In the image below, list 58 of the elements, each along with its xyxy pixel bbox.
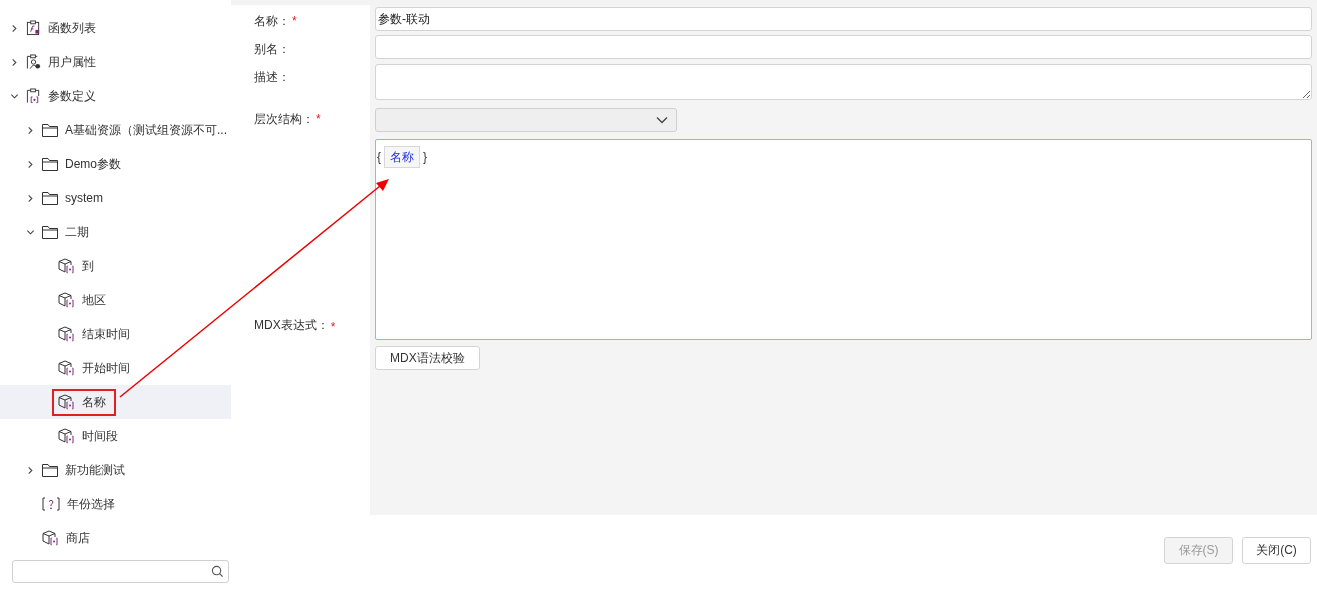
brace: }	[423, 149, 428, 166]
field-label: MDX表达式： *	[253, 317, 337, 336]
cube-icon	[58, 326, 75, 342]
folder-icon	[42, 123, 58, 137]
text-field[interactable]: 参数-联动	[375, 7, 1312, 31]
chevron-right-icon[interactable]	[10, 57, 19, 67]
expression-editor[interactable]: { 名称 }	[375, 139, 1312, 340]
chevron-right-icon[interactable]	[26, 159, 35, 169]
cube-icon	[58, 258, 75, 274]
expression-token[interactable]: 名称	[384, 146, 420, 168]
tree-item[interactable]: 新功能测试	[0, 453, 231, 487]
folder-icon	[42, 463, 58, 477]
cube-icon	[58, 292, 75, 308]
tree-item-label: 名称	[82, 393, 106, 411]
field-label: 名称： *	[253, 13, 298, 30]
text-field[interactable]	[375, 35, 1312, 59]
search-icon[interactable]	[211, 565, 224, 578]
tree-item[interactable]: 二期	[0, 215, 231, 249]
tree-item[interactable]: 地区	[0, 283, 231, 317]
folder-icon	[42, 225, 58, 239]
cube-icon	[58, 428, 75, 444]
caret-icon	[656, 116, 668, 124]
brace: {	[377, 149, 381, 166]
function-list-icon	[26, 20, 41, 36]
cube-icon	[58, 394, 75, 410]
required-mark: *	[330, 320, 336, 334]
folder-icon	[42, 191, 58, 205]
folder-icon	[42, 157, 58, 171]
validate-button[interactable]: MDX语法校验	[375, 346, 480, 370]
tree-item[interactable]: Demo参数	[0, 147, 231, 181]
tree-item[interactable]: 函数列表	[0, 11, 231, 45]
tree-item[interactable]: 参数定义	[0, 79, 231, 113]
tree-item[interactable]: 用户属性	[0, 45, 231, 79]
close-button[interactable]: 关闭(C)	[1242, 537, 1311, 564]
tree-item[interactable]: 到	[0, 249, 231, 283]
tree-item[interactable]: 名称	[0, 385, 231, 419]
field-label: 描述：	[253, 69, 291, 86]
chevron-right-icon[interactable]	[26, 193, 35, 203]
required-mark: *	[316, 112, 321, 126]
required-mark: *	[292, 14, 297, 28]
cube-icon	[42, 530, 59, 546]
tree-item[interactable]: 结束时间	[0, 317, 231, 351]
tree-item[interactable]: 开始时间	[0, 351, 231, 385]
cube-icon	[58, 360, 75, 376]
chevron-right-icon[interactable]	[26, 125, 35, 135]
tree-item[interactable]: A基础资源（测试组资源不可...	[0, 113, 231, 147]
tree-item[interactable]: system	[0, 181, 231, 215]
user-attribute-icon	[26, 54, 41, 70]
field-label: 别名：	[253, 41, 291, 58]
search-field[interactable]	[12, 560, 229, 583]
parameter-definition-icon	[26, 88, 41, 104]
parameter-icon	[42, 497, 60, 511]
tree-item[interactable]: 年份选择	[0, 487, 231, 521]
chevron-right-icon[interactable]	[26, 465, 35, 475]
chevron-right-icon[interactable]	[10, 23, 19, 33]
field-label: 层次结构： *	[253, 111, 322, 128]
tree-item[interactable]: 商店	[0, 521, 231, 555]
tree-item[interactable]: 时间段	[0, 419, 231, 453]
